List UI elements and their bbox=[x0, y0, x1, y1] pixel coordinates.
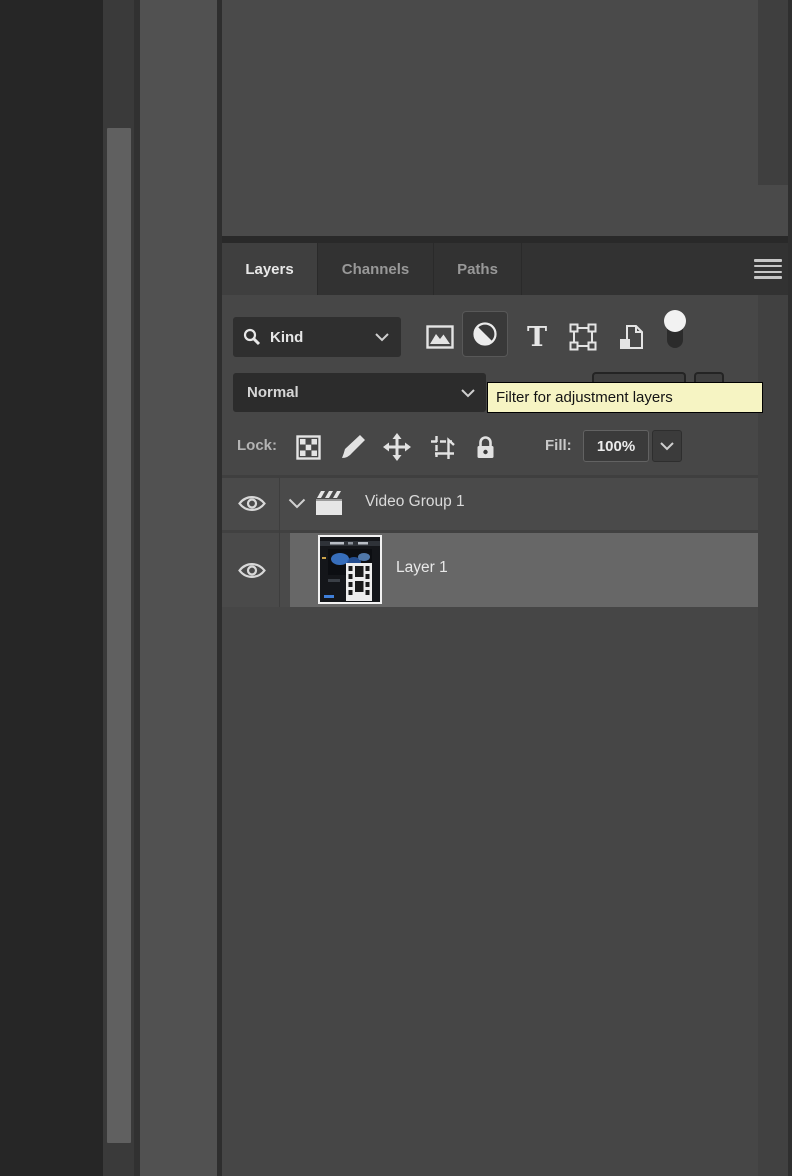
lock-transparent-pixels-icon bbox=[296, 435, 321, 460]
panel-tab-bar: Layers Channels Paths bbox=[222, 243, 788, 295]
layer-group-row[interactable]: Video Group 1 bbox=[222, 478, 758, 530]
visibility-toggle-group[interactable] bbox=[238, 493, 266, 513]
panel-right-border bbox=[788, 0, 792, 1176]
tab-layers-label: Layers bbox=[245, 261, 293, 278]
tab-layers[interactable]: Layers bbox=[222, 243, 317, 295]
tab-channels[interactable]: Channels bbox=[318, 243, 433, 295]
lock-bar: Lock: bbox=[222, 420, 758, 475]
tab-paths-label: Paths bbox=[457, 261, 498, 278]
eye-column-divider bbox=[279, 478, 280, 607]
pixel-layers-filter-button[interactable] bbox=[421, 318, 459, 356]
hamburger-menu-icon bbox=[754, 259, 782, 262]
adjustment-layers-filter-icon bbox=[472, 321, 498, 347]
layers-panel-right-gutter bbox=[758, 295, 788, 1176]
smart-object-filter-icon bbox=[618, 323, 644, 351]
lock-label: Lock: bbox=[237, 437, 277, 454]
artboard-icon bbox=[429, 434, 456, 461]
photoshop-panel-region: Layers Channels Paths Kind bbox=[0, 0, 792, 1176]
move-icon bbox=[383, 433, 411, 461]
panel-menu-button[interactable] bbox=[754, 259, 782, 279]
vertical-scrollbar-thumb[interactable] bbox=[107, 128, 131, 1143]
panel-separator bbox=[222, 236, 792, 243]
tab-channels-label: Channels bbox=[342, 261, 410, 278]
dark-sidebar bbox=[0, 0, 103, 1176]
chevron-down-icon bbox=[660, 442, 674, 451]
pixel-layers-filter-icon bbox=[426, 325, 454, 349]
shape-layers-filter-icon bbox=[569, 323, 597, 351]
upper-panel-area bbox=[222, 0, 792, 236]
lock-all-button[interactable] bbox=[470, 432, 500, 462]
layer-row-selected[interactable]: Layer 1 bbox=[222, 533, 758, 607]
chevron-down-icon bbox=[375, 333, 389, 342]
upper-panel-scroll-strip bbox=[758, 0, 788, 185]
group-name[interactable]: Video Group 1 bbox=[365, 493, 465, 511]
search-icon bbox=[243, 328, 261, 346]
tab-divider bbox=[521, 243, 522, 295]
layer-thumbnail[interactable] bbox=[318, 535, 382, 604]
shape-layers-filter-button[interactable] bbox=[564, 318, 602, 356]
lock-image-pixels-button[interactable] bbox=[338, 432, 368, 462]
type-layers-filter-icon: T bbox=[527, 324, 547, 351]
layer-name[interactable]: Layer 1 bbox=[396, 559, 448, 577]
smart-object-filter-button[interactable] bbox=[612, 318, 650, 356]
layer-filter-bar: Kind T bbox=[222, 295, 758, 368]
kind-filter-dropdown[interactable]: Kind bbox=[233, 317, 401, 357]
fill-value: 100% bbox=[597, 438, 635, 455]
lock-position-button[interactable] bbox=[382, 432, 412, 462]
lock-transparent-pixels-button[interactable] bbox=[293, 432, 323, 462]
tooltip: Filter for adjustment layers bbox=[487, 382, 763, 413]
adjustment-layers-filter-button[interactable] bbox=[462, 311, 508, 357]
tab-paths[interactable]: Paths bbox=[434, 243, 521, 295]
film-strip-icon bbox=[346, 563, 372, 601]
paintbrush-icon bbox=[340, 434, 366, 460]
eye-icon bbox=[238, 494, 266, 513]
layer-filtering-toggle[interactable] bbox=[663, 310, 687, 352]
blend-mode-dropdown[interactable]: Normal bbox=[233, 373, 486, 412]
blend-mode-value: Normal bbox=[247, 384, 299, 401]
fill-dropdown-button[interactable] bbox=[652, 430, 682, 462]
type-layers-filter-button[interactable]: T bbox=[518, 318, 556, 356]
group-expand-chevron-icon[interactable] bbox=[288, 498, 306, 509]
toggle-knob bbox=[664, 310, 686, 332]
fill-label: Fill: bbox=[545, 437, 572, 454]
kind-filter-label: Kind bbox=[270, 329, 303, 346]
tooltip-text: Filter for adjustment layers bbox=[496, 389, 673, 406]
lock-icon bbox=[475, 435, 496, 460]
visibility-toggle-layer[interactable] bbox=[238, 560, 266, 580]
chevron-down-icon bbox=[461, 389, 475, 398]
layer-thumbnail-image bbox=[320, 537, 380, 602]
lock-artboard-nesting-button[interactable] bbox=[427, 432, 457, 462]
layers-panel-empty-area bbox=[222, 607, 758, 1176]
video-group-clapper-icon bbox=[314, 489, 344, 516]
fill-value-box[interactable]: 100% bbox=[583, 430, 649, 462]
panel-gutter-strip bbox=[140, 0, 217, 1176]
eye-icon bbox=[238, 561, 266, 580]
